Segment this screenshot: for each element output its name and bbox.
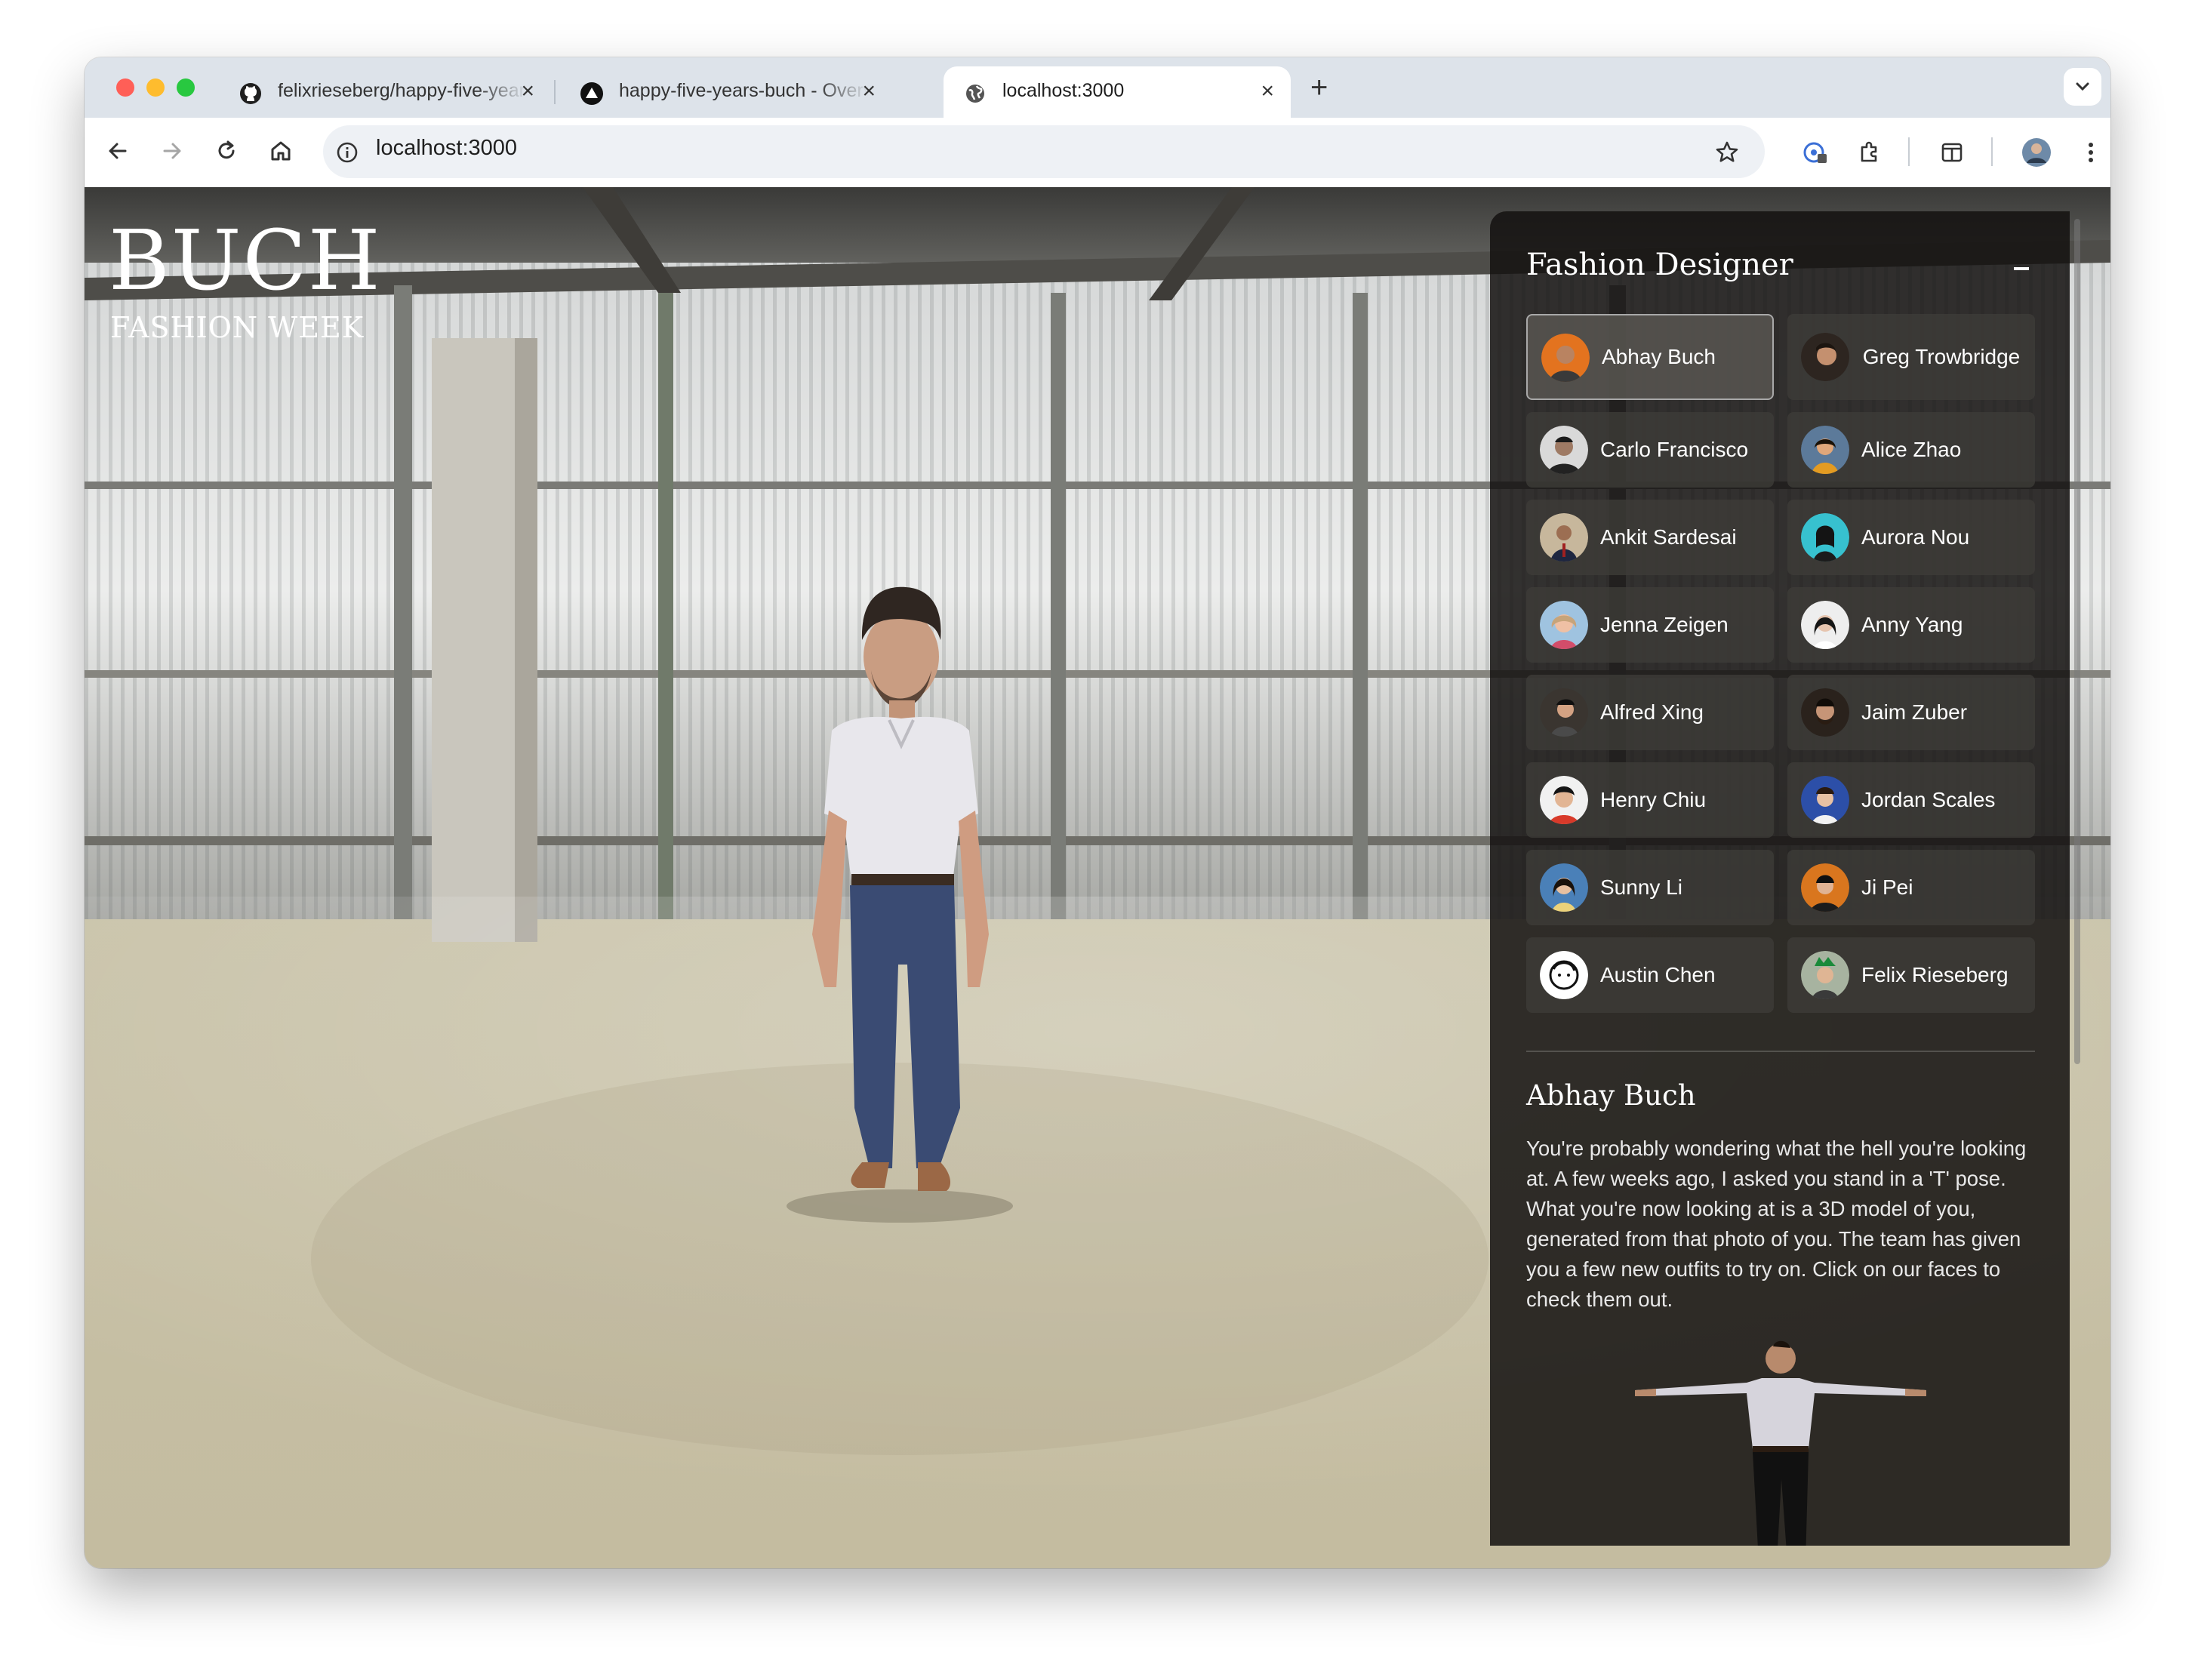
new-tab-icon[interactable]: + — [1310, 72, 1328, 103]
avatar — [1540, 951, 1588, 999]
tab-localhost[interactable]: localhost:3000 × — [944, 66, 1291, 118]
avatar — [1801, 863, 1849, 912]
minimize-window-button[interactable] — [146, 78, 165, 97]
close-tab-icon[interactable]: × — [521, 80, 534, 103]
designer-card-carlo-francisco[interactable]: Carlo Francisco — [1526, 412, 1774, 488]
address-bar[interactable] — [323, 125, 1765, 178]
extensions-icon[interactable] — [1855, 139, 1883, 166]
designer-name: Greg Trowbridge — [1862, 345, 2021, 368]
designer-name: Aurora Nou — [1861, 525, 1970, 549]
bookmark-star-icon[interactable] — [1713, 139, 1741, 166]
designer-card-sunny-li[interactable]: Sunny Li — [1526, 850, 1774, 925]
tab-search-button[interactable] — [2064, 68, 2101, 106]
designer-card-alice-zhao[interactable]: Alice Zhao — [1787, 412, 2035, 488]
avatar — [1801, 688, 1849, 737]
avatar — [1540, 776, 1588, 824]
designer-name: Henry Chiu — [1600, 788, 1707, 811]
home-icon[interactable] — [267, 137, 294, 165]
address-text[interactable]: localhost:3000 — [376, 136, 517, 161]
designer-panel: Fashion Designer Abhay Buch Greg Trowbri… — [1490, 211, 2070, 1546]
designer-name: Abhay Buch — [1602, 345, 1716, 368]
tab-title: felixrieseberg/happy-five-years-buch — [278, 80, 527, 101]
fullscreen-window-button[interactable] — [177, 78, 195, 97]
designer-name: Felix Rieseberg — [1861, 963, 2009, 986]
avatar — [1801, 426, 1849, 474]
designer-card-jenna-zeigen[interactable]: Jenna Zeigen — [1526, 587, 1774, 663]
panel-scrollbar[interactable] — [2074, 219, 2080, 1064]
detail-name: Abhay Buch — [1526, 1079, 1696, 1112]
designer-card-greg-trowbridge[interactable]: Greg Trowbridge — [1787, 314, 2035, 400]
designer-name: Carlo Francisco — [1600, 438, 1749, 461]
profile-avatar[interactable] — [2021, 137, 2052, 168]
panel-divider — [1526, 1051, 2035, 1052]
avatar — [1801, 951, 1849, 999]
designer-name: Ankit Sardesai — [1600, 525, 1737, 549]
designer-card-ji-pei[interactable]: Ji Pei — [1787, 850, 2035, 925]
back-arrow-icon[interactable] — [104, 137, 131, 165]
tab-strip: felixrieseberg/happy-five-years-buch × h… — [85, 57, 2110, 118]
page-content: BUCH FASHION WEEK Fashion Designer Abhay… — [85, 187, 2110, 1568]
tab-title: localhost:3000 — [1002, 80, 1125, 101]
avatar — [1540, 863, 1588, 912]
reload-icon[interactable] — [213, 137, 240, 165]
designer-name: Alice Zhao — [1861, 438, 1962, 461]
tab-vercel[interactable]: happy-five-years-buch - Overview × — [560, 66, 892, 118]
close-window-button[interactable] — [116, 78, 134, 97]
avatar — [1801, 513, 1849, 562]
globe-icon — [966, 85, 984, 103]
avatar — [1801, 333, 1849, 381]
designer-card-austin-chen[interactable]: Austin Chen — [1526, 937, 1774, 1013]
designer-name: Jenna Zeigen — [1600, 613, 1729, 636]
designer-name: Austin Chen — [1600, 963, 1716, 986]
avatar — [1540, 601, 1588, 649]
designer-card-ankit-sardesai[interactable]: Ankit Sardesai — [1526, 500, 1774, 575]
vercel-icon — [580, 82, 603, 105]
designer-card-jordan-scales[interactable]: Jordan Scales — [1787, 762, 2035, 838]
tpose-photo — [1635, 1340, 1926, 1546]
brand-title: BUCH — [109, 212, 382, 309]
avatar — [1801, 776, 1849, 824]
site-info-icon[interactable] — [334, 139, 361, 166]
designer-card-aurora-nou[interactable]: Aurora Nou — [1787, 500, 2035, 575]
designer-name: Anny Yang — [1861, 613, 1963, 636]
tab-github[interactable]: felixrieseberg/happy-five-years-buch × — [219, 66, 551, 118]
avatar — [1540, 688, 1588, 737]
close-tab-icon[interactable]: × — [862, 80, 876, 103]
designer-card-alfred-xing[interactable]: Alfred Xing — [1526, 675, 1774, 750]
github-icon — [240, 83, 261, 104]
designer-name: Jaim Zuber — [1861, 700, 1968, 724]
minimize-panel-icon[interactable] — [2014, 267, 2029, 270]
panel-title: Fashion Designer — [1526, 248, 1793, 282]
tab-title: happy-five-years-buch - Overview — [619, 80, 868, 101]
designer-name: Alfred Xing — [1600, 700, 1704, 724]
more-menu-icon[interactable] — [2077, 139, 2104, 166]
designer-name: Jordan Scales — [1861, 788, 1996, 811]
avatar — [1801, 601, 1849, 649]
avatar — [1541, 334, 1590, 382]
designer-card-henry-chiu[interactable]: Henry Chiu — [1526, 762, 1774, 838]
detail-description: You're probably wondering what the hell … — [1526, 1137, 2027, 1311]
avatar — [1540, 426, 1588, 474]
side-panel-icon[interactable] — [1938, 139, 1966, 166]
designer-name: Sunny Li — [1600, 875, 1682, 899]
forward-arrow-icon[interactable] — [159, 137, 186, 165]
designer-card-felix-rieseberg[interactable]: Felix Rieseberg — [1787, 937, 2035, 1013]
designer-name: Ji Pei — [1861, 875, 1913, 899]
designer-card-abhay-buch[interactable]: Abhay Buch — [1526, 314, 1774, 400]
browser-window: felixrieseberg/happy-five-years-buch × h… — [85, 57, 2110, 1568]
brand-subtitle: FASHION WEEK — [110, 311, 365, 344]
designer-card-jaim-zuber[interactable]: Jaim Zuber — [1787, 675, 2035, 750]
designer-card-anny-yang[interactable]: Anny Yang — [1787, 587, 2035, 663]
chevron-down-icon — [2076, 82, 2089, 91]
avatar — [1540, 513, 1588, 562]
password-manager-icon[interactable] — [1801, 139, 1828, 166]
close-tab-icon[interactable]: × — [1261, 80, 1274, 103]
